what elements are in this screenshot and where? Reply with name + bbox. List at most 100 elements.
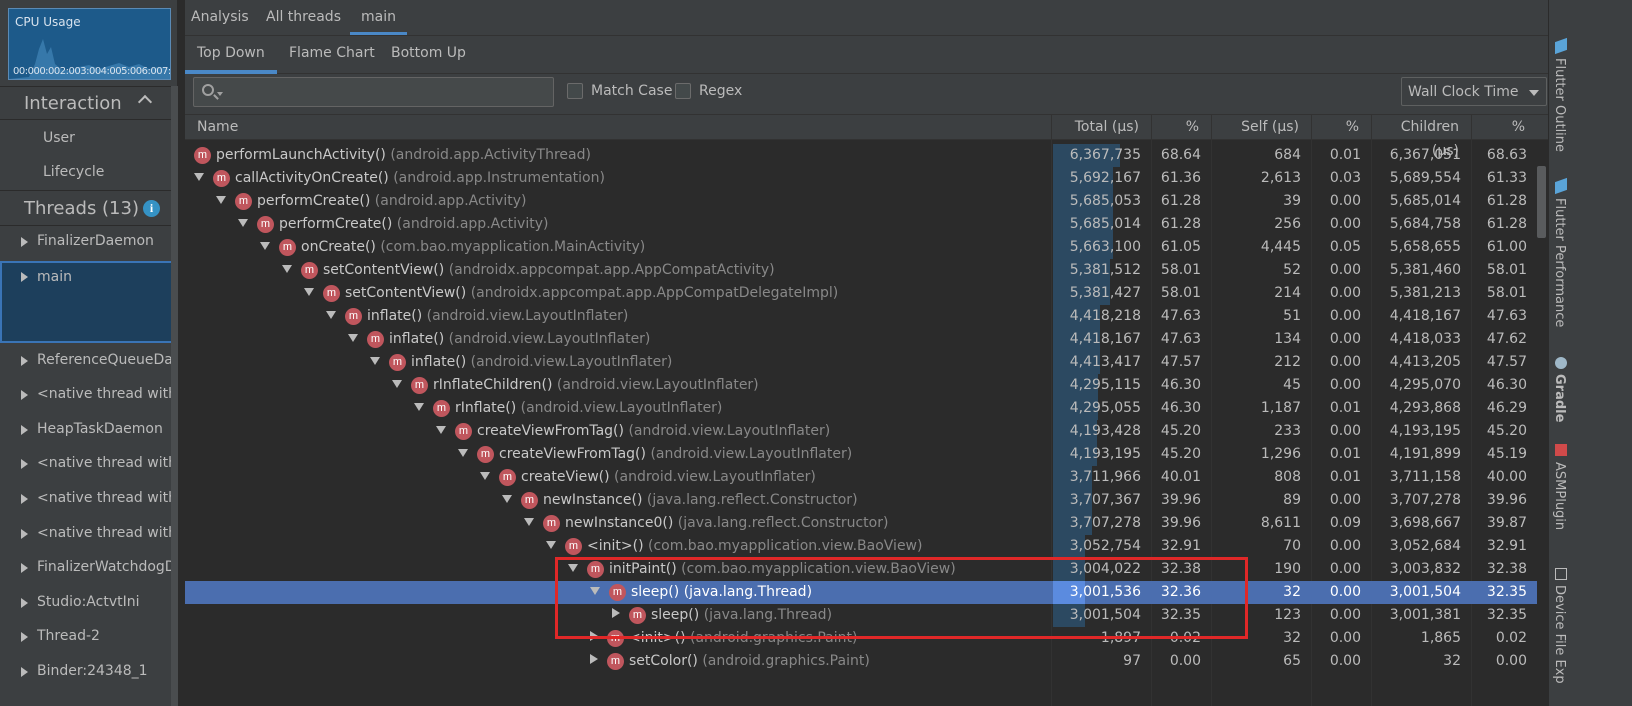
table-scrollbar[interactable] xyxy=(1537,166,1546,238)
column-total[interactable]: Total (µs) xyxy=(1051,115,1151,141)
table-row[interactable]: m newInstance0() (java.lang.reflect.Const… xyxy=(185,512,1537,535)
search-input[interactable] xyxy=(226,82,546,102)
regex-label[interactable]: Regex xyxy=(699,83,742,99)
collapse-arrow-icon[interactable] xyxy=(524,518,534,526)
collapse-arrow-icon[interactable] xyxy=(370,357,380,365)
tab-flame-chart[interactable]: Flame Chart xyxy=(289,45,375,61)
table-row[interactable]: m createViewFromTag() (android.view.Layou… xyxy=(185,443,1537,466)
table-row[interactable]: m setColor() (android.graphics.Paint) 97 0.… xyxy=(185,650,1537,673)
thread-item[interactable]: Binder:24348_1 xyxy=(0,656,177,690)
table-row[interactable]: m <init>() (com.bao.myapplication.view.Ba… xyxy=(185,535,1537,558)
collapse-arrow-icon[interactable] xyxy=(392,380,402,388)
gradle-tab[interactable]: Gradle xyxy=(1552,374,1567,422)
expand-arrow-icon[interactable] xyxy=(21,632,28,642)
expand-arrow-icon[interactable] xyxy=(21,390,28,400)
thread-item[interactable]: <native thread with... xyxy=(0,518,177,552)
cell-method-name: m newInstance() (java.lang.reflect.Constr… xyxy=(502,489,858,512)
collapse-arrow-icon[interactable] xyxy=(546,541,556,549)
column-name[interactable]: Name xyxy=(185,115,1051,141)
tab-main[interactable]: main xyxy=(361,9,396,25)
table-row[interactable]: m setContentView() (androidx.appcompat.ap… xyxy=(185,259,1537,282)
expand-arrow-icon[interactable] xyxy=(21,529,28,539)
collapse-arrow-icon[interactable] xyxy=(436,426,446,434)
expand-arrow-icon[interactable] xyxy=(21,356,28,366)
collapse-arrow-icon[interactable] xyxy=(194,173,204,181)
regex-checkbox[interactable] xyxy=(675,83,691,99)
info-icon[interactable]: i xyxy=(143,200,160,217)
collapse-arrow-icon[interactable] xyxy=(414,403,424,411)
collapse-arrow-icon[interactable] xyxy=(282,265,292,273)
thread-item[interactable]: <native thread with... xyxy=(0,483,177,517)
clock-type-select[interactable]: Wall Clock Time xyxy=(1401,77,1547,106)
collapse-arrow-icon[interactable] xyxy=(304,288,314,296)
table-row[interactable]: m newInstance() (java.lang.reflect.Constr… xyxy=(185,489,1537,512)
search-history-dropdown-icon[interactable] xyxy=(217,92,223,96)
table-row[interactable]: m callActivityOnCreate() (android.app.Ins… xyxy=(185,167,1537,190)
thread-item[interactable]: FinalizerDaemon xyxy=(0,226,177,260)
chevron-up-icon[interactable] xyxy=(137,94,153,110)
expand-arrow-icon[interactable] xyxy=(21,598,28,608)
thread-item[interactable]: ReferenceQueueDa... xyxy=(0,345,177,379)
flutter-performance-tab[interactable]: Flutter Performance xyxy=(1552,198,1567,327)
thread-item[interactable]: HeapTaskDaemon xyxy=(0,414,177,448)
left-scrollbar[interactable] xyxy=(171,86,178,706)
interaction-header[interactable]: Interaction xyxy=(0,86,171,120)
expand-arrow-icon[interactable] xyxy=(21,459,28,469)
collapse-arrow-icon[interactable] xyxy=(480,472,490,480)
cell-total: 6,367,735 xyxy=(1069,147,1141,163)
thread-item[interactable]: <native thread with... xyxy=(0,379,177,413)
table-row[interactable]: m performLaunchActivity() (android.app.Ac… xyxy=(185,144,1537,167)
table-row[interactable]: m inflate() (android.view.LayoutInflater)… xyxy=(185,351,1537,374)
device-file-explorer-tab[interactable]: Device File Exp xyxy=(1552,585,1567,684)
match-case-label[interactable]: Match Case xyxy=(591,83,672,99)
table-row[interactable]: m rInflate() (android.view.LayoutInflater… xyxy=(185,397,1537,420)
expand-arrow-icon[interactable] xyxy=(590,654,598,664)
tab-top-down[interactable]: Top Down xyxy=(197,45,265,61)
table-row[interactable]: m createView() (android.view.LayoutInflat… xyxy=(185,466,1537,489)
cell-total: 97 xyxy=(1123,653,1141,669)
flutter-outline-tab[interactable]: Flutter Outline xyxy=(1552,58,1567,152)
column-total-pct[interactable]: % xyxy=(1151,115,1211,141)
collapse-arrow-icon[interactable] xyxy=(458,449,468,457)
tab-analysis[interactable]: Analysis xyxy=(191,9,249,25)
search-icon[interactable] xyxy=(202,84,214,96)
column-self-pct[interactable]: % xyxy=(1311,115,1371,141)
expand-arrow-icon[interactable] xyxy=(21,425,28,435)
tab-all-threads[interactable]: All threads xyxy=(266,9,341,25)
cpu-usage-chart[interactable]: CPU Usage 00:000:002:003:004:005:006:007… xyxy=(8,8,171,80)
thread-item-main[interactable]: main xyxy=(0,261,177,343)
column-self[interactable]: Self (µs) xyxy=(1211,115,1311,141)
table-row[interactable]: m rInflateChildren() (android.view.Layout… xyxy=(185,374,1537,397)
thread-item[interactable]: Thread-2 xyxy=(0,621,177,655)
table-row[interactable]: m createViewFromTag() (android.view.Layou… xyxy=(185,420,1537,443)
table-row[interactable]: m inflate() (android.view.LayoutInflater)… xyxy=(185,328,1537,351)
table-row[interactable]: m inflate() (android.view.LayoutInflater)… xyxy=(185,305,1537,328)
search-field[interactable] xyxy=(193,77,554,107)
collapse-arrow-icon[interactable] xyxy=(348,334,358,342)
collapse-arrow-icon[interactable] xyxy=(502,495,512,503)
match-case-checkbox[interactable] xyxy=(567,83,583,99)
table-row[interactable]: m performCreate() (android.app.Activity) 5… xyxy=(185,190,1537,213)
table-row[interactable]: m onCreate() (com.bao.myapplication.MainA… xyxy=(185,236,1537,259)
expand-arrow-icon[interactable] xyxy=(21,237,28,247)
expand-arrow-icon[interactable] xyxy=(21,494,28,504)
expand-arrow-icon[interactable] xyxy=(21,272,28,282)
interaction-item-lifecycle[interactable]: Lifecycle xyxy=(43,164,104,180)
collapse-arrow-icon[interactable] xyxy=(238,219,248,227)
thread-item[interactable]: FinalizerWatchdogD... xyxy=(0,552,177,586)
expand-arrow-icon[interactable] xyxy=(21,667,28,677)
thread-item[interactable]: Studio:ActvtIni xyxy=(0,587,177,621)
column-children-pct[interactable]: % xyxy=(1471,115,1537,141)
collapse-arrow-icon[interactable] xyxy=(326,311,336,319)
table-row[interactable]: m performCreate() (android.app.Activity) 5… xyxy=(185,213,1537,236)
column-children[interactable]: Children (µs) xyxy=(1371,115,1471,159)
table-row[interactable]: m setContentView() (androidx.appcompat.ap… xyxy=(185,282,1537,305)
collapse-arrow-icon[interactable] xyxy=(260,242,270,250)
interaction-item-user[interactable]: User xyxy=(43,130,75,146)
tab-bottom-up[interactable]: Bottom Up xyxy=(391,45,466,61)
thread-item[interactable]: <native thread with... xyxy=(0,448,177,482)
collapse-arrow-icon[interactable] xyxy=(216,196,226,204)
expand-arrow-icon[interactable] xyxy=(21,563,28,573)
cell-children: 5,658,655 xyxy=(1389,239,1461,255)
asmplugin-tab[interactable]: ASMPlugin xyxy=(1552,462,1567,530)
